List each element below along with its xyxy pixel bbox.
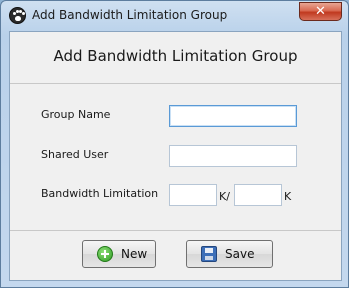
close-icon: ✕ [315, 4, 326, 19]
header-panel: Add Bandwidth Limitation Group [10, 32, 341, 84]
save-button[interactable]: Save [186, 240, 273, 268]
group-name-input[interactable] [169, 105, 297, 127]
dialog-window: Add Bandwidth Limitation Group ✕ Add Ban… [0, 0, 349, 288]
download-bandwidth-input[interactable] [169, 184, 217, 206]
close-button[interactable]: ✕ [299, 2, 342, 21]
page-title: Add Bandwidth Limitation Group [53, 47, 298, 65]
download-unit-label: K/ [219, 190, 230, 203]
new-button-label: New [121, 247, 148, 261]
floppy-disk-icon [201, 246, 217, 262]
dialog-content: Add Bandwidth Limitation Group Group Nam… [9, 31, 342, 281]
shared-user-input[interactable] [169, 145, 297, 167]
upload-bandwidth-input[interactable] [234, 184, 282, 206]
button-bar: New Save [10, 230, 341, 280]
upload-unit-label: K [284, 190, 292, 203]
window-title: Add Bandwidth Limitation Group [32, 8, 228, 22]
group-name-label: Group Name [41, 108, 111, 121]
shared-user-label: Shared User [41, 148, 109, 161]
paw-icon [9, 7, 26, 24]
new-button[interactable]: New [82, 240, 156, 268]
save-button-label: Save [225, 247, 255, 261]
bandwidth-limitation-label: Bandwidth Limitation [41, 187, 159, 200]
add-icon [97, 246, 113, 262]
title-bar[interactable]: Add Bandwidth Limitation Group ✕ [1, 1, 348, 31]
